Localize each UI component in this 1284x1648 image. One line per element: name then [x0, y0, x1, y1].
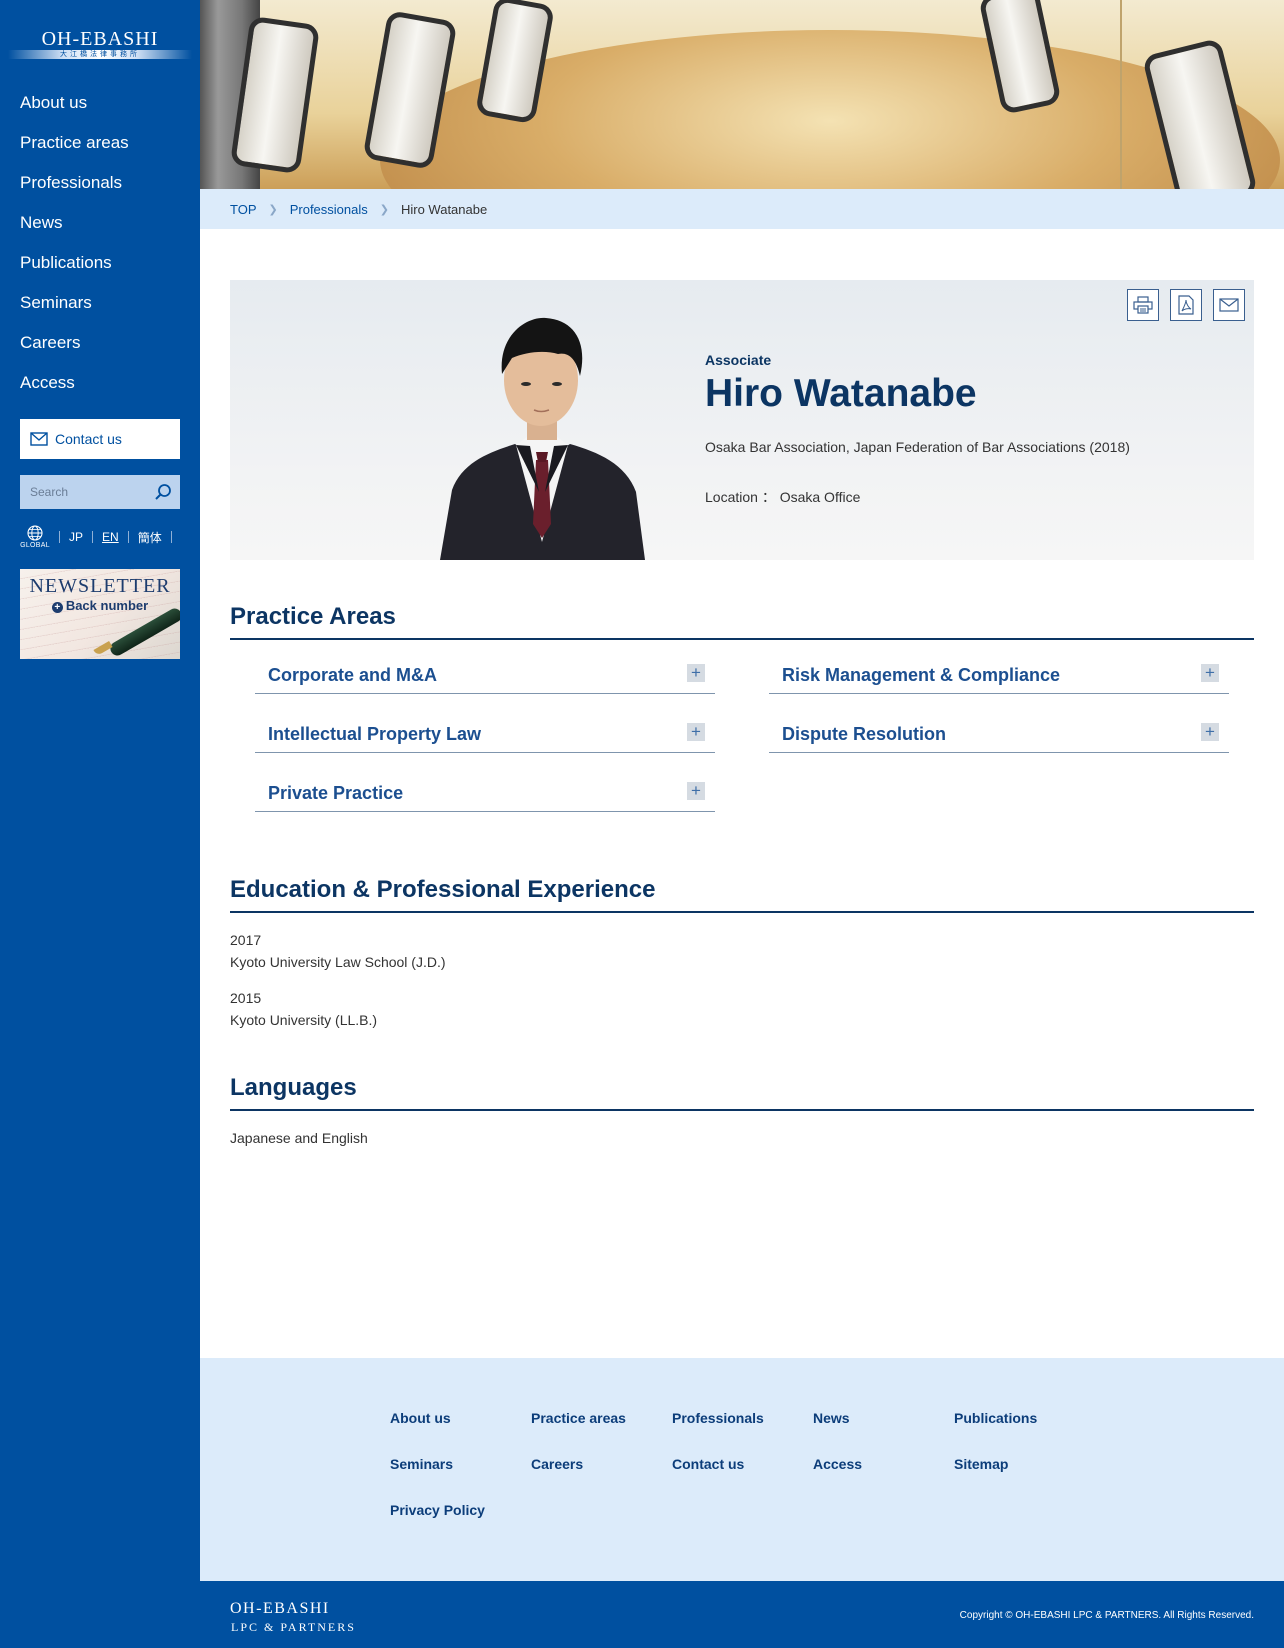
practice-area-label: Risk Management & Compliance — [782, 665, 1061, 685]
contact-button[interactable]: Contact us — [20, 419, 180, 459]
practice-area-private[interactable]: Private Practice + — [255, 782, 715, 812]
hero-image — [200, 0, 1284, 189]
profile-role: Associate — [705, 352, 772, 368]
email-button[interactable] — [1213, 289, 1245, 321]
search-box — [20, 475, 180, 509]
education-entry: Kyoto University (LL.B.) — [230, 1012, 378, 1028]
divider — [92, 531, 94, 543]
firm-logo[interactable]: OH-EBASHI 大江橋法律事務所 — [8, 28, 192, 62]
practice-area-label: Intellectual Property Law — [268, 724, 482, 744]
plus-circle-icon: + — [51, 602, 63, 613]
footer-link-contact[interactable]: Contact us — [672, 1456, 744, 1472]
education-entry: Kyoto University Law School (J.D.) — [230, 954, 446, 970]
education-year: 2017 — [230, 932, 262, 948]
footer-link-professionals[interactable]: Professionals — [672, 1410, 764, 1426]
nav-item-about[interactable]: About us — [20, 88, 129, 128]
nav-item-news[interactable]: News — [20, 208, 129, 248]
practice-area-ip[interactable]: Intellectual Property Law + — [255, 723, 715, 753]
newsletter-title: NEWSLETTER — [29, 575, 171, 597]
nav-item-publications[interactable]: Publications — [20, 248, 129, 288]
education-year: 2015 — [230, 990, 262, 1006]
profile-card: Associate Hiro Watanabe Osaka Bar Associ… — [230, 280, 1254, 560]
lang-zh[interactable]: 簡体 — [138, 529, 162, 546]
main-content: TOP ❯ Professionals ❯ Hiro Watanabe Asso… — [200, 0, 1284, 1648]
bar-association: Osaka Bar Association, Japan Federation … — [705, 439, 1130, 455]
expand-plus-icon[interactable]: + — [1201, 664, 1219, 682]
nav-item-seminars[interactable]: Seminars — [20, 288, 129, 328]
chevron-right-icon: ❯ — [379, 203, 389, 216]
footer-link-access[interactable]: Access — [813, 1456, 862, 1472]
footer-sitemap: About us Practice areas Professionals Ne… — [200, 1358, 1284, 1581]
footer-logo-subtext: LPC & PARTNERS — [231, 1620, 356, 1634]
contact-label: Contact us — [55, 431, 122, 447]
nav-item-professionals[interactable]: Professionals — [20, 168, 129, 208]
logo-subtext: 大江橋法律事務所 — [60, 51, 140, 58]
footer-link-seminars[interactable]: Seminars — [390, 1456, 453, 1472]
mail-icon — [1219, 298, 1239, 312]
envelope-icon — [30, 432, 48, 446]
nav-item-access[interactable]: Access — [20, 368, 129, 408]
education-heading: Education & Professional Experience — [230, 876, 1254, 913]
lang-en[interactable]: EN — [102, 530, 119, 544]
footer-link-news[interactable]: News — [813, 1410, 850, 1426]
footer-link-careers[interactable]: Careers — [531, 1456, 583, 1472]
breadcrumb: TOP ❯ Professionals ❯ Hiro Watanabe — [200, 189, 1284, 229]
hero-pillar — [1120, 0, 1122, 189]
print-icon — [1133, 296, 1153, 314]
language-switcher: GLOBAL JP EN 簡体 — [20, 523, 181, 551]
pdf-icon — [1178, 295, 1194, 315]
profile-photo — [440, 317, 645, 560]
footer-link-about[interactable]: About us — [390, 1410, 451, 1426]
divider — [127, 531, 129, 543]
languages-text: Japanese and English — [230, 1130, 368, 1146]
newsletter-subtitle: + Back number — [20, 598, 180, 613]
footer-bottom: OH-EBASHI LPC & PARTNERS Copyright © OH-… — [200, 1581, 1284, 1648]
sidebar-nav: About us Practice areas Professionals Ne… — [20, 88, 129, 408]
expand-plus-icon[interactable]: + — [1201, 723, 1219, 741]
search-button[interactable] — [146, 475, 180, 509]
newsletter-banner[interactable]: NEWSLETTER + Back number — [20, 569, 180, 659]
lang-jp[interactable]: JP — [69, 530, 83, 544]
copyright-text: Copyright © OH-EBASHI LPC & PARTNERS. Al… — [959, 1610, 1254, 1621]
breadcrumb-top[interactable]: TOP — [230, 202, 257, 217]
languages-heading: Languages — [230, 1074, 1254, 1111]
breadcrumb-professionals[interactable]: Professionals — [290, 202, 368, 217]
footer-link-publications[interactable]: Publications — [954, 1410, 1037, 1426]
global-link[interactable]: GLOBAL — [20, 525, 50, 549]
expand-plus-icon[interactable]: + — [687, 664, 705, 682]
practice-area-label: Corporate and M&A — [268, 665, 438, 685]
practice-area-dispute[interactable]: Dispute Resolution + — [769, 723, 1229, 753]
expand-plus-icon[interactable]: + — [687, 723, 705, 741]
sidebar: OH-EBASHI 大江橋法律事務所 About us Practice are… — [0, 0, 200, 1648]
global-label: GLOBAL — [20, 542, 50, 549]
nav-item-practice-areas[interactable]: Practice areas — [20, 128, 129, 168]
logo-text: OH-EBASHI — [41, 28, 159, 50]
newsletter-subtitle-text: Back number — [65, 598, 149, 613]
practice-area-risk[interactable]: Risk Management & Compliance + — [769, 664, 1229, 694]
search-icon — [155, 484, 171, 500]
chevron-right-icon: ❯ — [268, 203, 278, 216]
footer-link-practice-areas[interactable]: Practice areas — [531, 1410, 626, 1426]
footer-logo[interactable]: OH-EBASHI — [230, 1600, 330, 1618]
search-input[interactable] — [20, 475, 146, 509]
practice-area-label: Private Practice — [268, 783, 404, 803]
office-location: Location ： Osaka Office — [705, 489, 861, 505]
expand-plus-icon[interactable]: + — [687, 782, 705, 800]
nav-item-careers[interactable]: Careers — [20, 328, 129, 368]
footer-link-privacy[interactable]: Privacy Policy — [390, 1502, 485, 1518]
divider — [170, 531, 172, 543]
breadcrumb-current: Hiro Watanabe — [400, 201, 488, 217]
practice-areas-heading: Practice Areas — [230, 603, 1254, 640]
pdf-button[interactable] — [1170, 289, 1202, 321]
practice-area-label: Dispute Resolution — [782, 724, 947, 744]
globe-icon — [27, 525, 43, 541]
print-button[interactable] — [1127, 289, 1159, 321]
profile-name: Hiro Watanabe — [705, 372, 977, 415]
footer-link-sitemap[interactable]: Sitemap — [954, 1456, 1008, 1472]
practice-area-corporate[interactable]: Corporate and M&A + — [255, 664, 715, 694]
divider — [59, 531, 60, 543]
